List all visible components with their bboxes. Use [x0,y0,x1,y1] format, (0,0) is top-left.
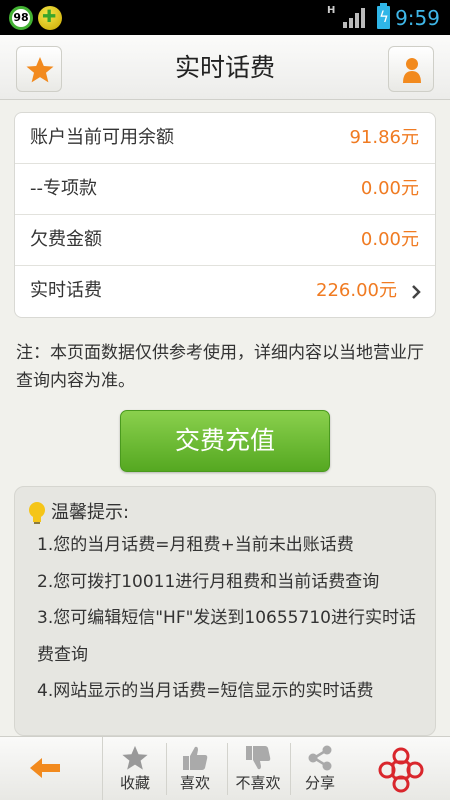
battery-charging-icon: ϟ [377,3,390,29]
favorite-label: 收藏 [119,774,150,792]
app-header: 实时话费 [0,35,450,100]
thumbs-up-icon [183,746,208,770]
back-button[interactable] [0,737,103,800]
tips-title: 温馨提示: [51,502,130,523]
tips-panel: 温馨提示: 1.您的当月话费=月租费+当前未出账话费 2.您可拨打10011进行… [14,486,436,736]
like-button[interactable]: 喜欢 [164,737,226,800]
realtime-charges-row[interactable]: 实时话费 226.00元 [15,266,435,317]
bottom-toolbar: 收藏 喜欢 不喜欢 分享 [0,736,450,800]
special-fund-value: 0.00元 [360,178,419,199]
available-balance-value: 91.86元 [349,127,419,148]
dislike-button[interactable]: 不喜欢 [227,737,289,800]
person-icon [403,58,421,83]
arrears-row: 欠费金额 0.00元 [15,215,435,266]
star-icon [122,745,148,770]
security-app-icon: ✚ [38,6,62,30]
network-type-label: H [327,5,336,16]
share-button[interactable]: 分享 [289,737,351,800]
like-label: 喜欢 [179,774,210,792]
special-fund-row: --专项款 0.00元 [15,164,435,215]
notification-badge: 98 [9,6,33,30]
tips-list: 1.您的当月话费=月租费+当前未出账话费 2.您可拨打10011进行月租费和当前… [37,527,427,710]
favorite-button[interactable]: 收藏 [104,737,166,800]
page-title: 实时话费 [174,53,275,82]
china-unicom-logo [378,747,424,793]
share-icon [308,745,332,771]
signal-icon [343,8,365,28]
chevron-right-icon [412,285,421,299]
share-label: 分享 [304,774,335,792]
arrears-value: 0.00元 [360,229,419,250]
tip-item: 4.网站显示的当月话费=短信显示的实时话费 [37,681,374,701]
lightbulb-icon [29,502,45,524]
realtime-charges-value: 226.00元 [316,280,397,301]
available-balance-label: 账户当前可用余额 [30,127,174,148]
status-time: 9:59 [395,6,440,30]
balance-card: 账户当前可用余额 91.86元 --专项款 0.00元 欠费金额 0.00元 实… [14,112,436,318]
tip-item: 1.您的当月话费=月租费+当前未出账话费 [37,535,354,555]
thumbs-down-icon [246,746,271,770]
special-fund-label: --专项款 [30,178,97,199]
realtime-charges-label: 实时话费 [30,280,102,301]
tip-item: 3.您可编辑短信"HF"发送到10655710进行实时话费查询 [37,608,416,665]
back-arrow-icon [30,758,60,778]
account-button[interactable] [388,46,434,92]
arrears-label: 欠费金额 [30,229,102,250]
status-bar: 98 ✚ H ϟ 9:59 [0,0,450,35]
tip-item: 2.您可拨打10011进行月租费和当前话费查询 [37,571,380,592]
available-balance-row: 账户当前可用余额 91.86元 [15,113,435,164]
recharge-button[interactable]: 交费充值 [120,410,330,472]
disclaimer-note: 注：本页面数据仅供参考使用，详细内容以当地营业厅查询内容为准。 [16,343,424,391]
dislike-label: 不喜欢 [235,774,281,792]
